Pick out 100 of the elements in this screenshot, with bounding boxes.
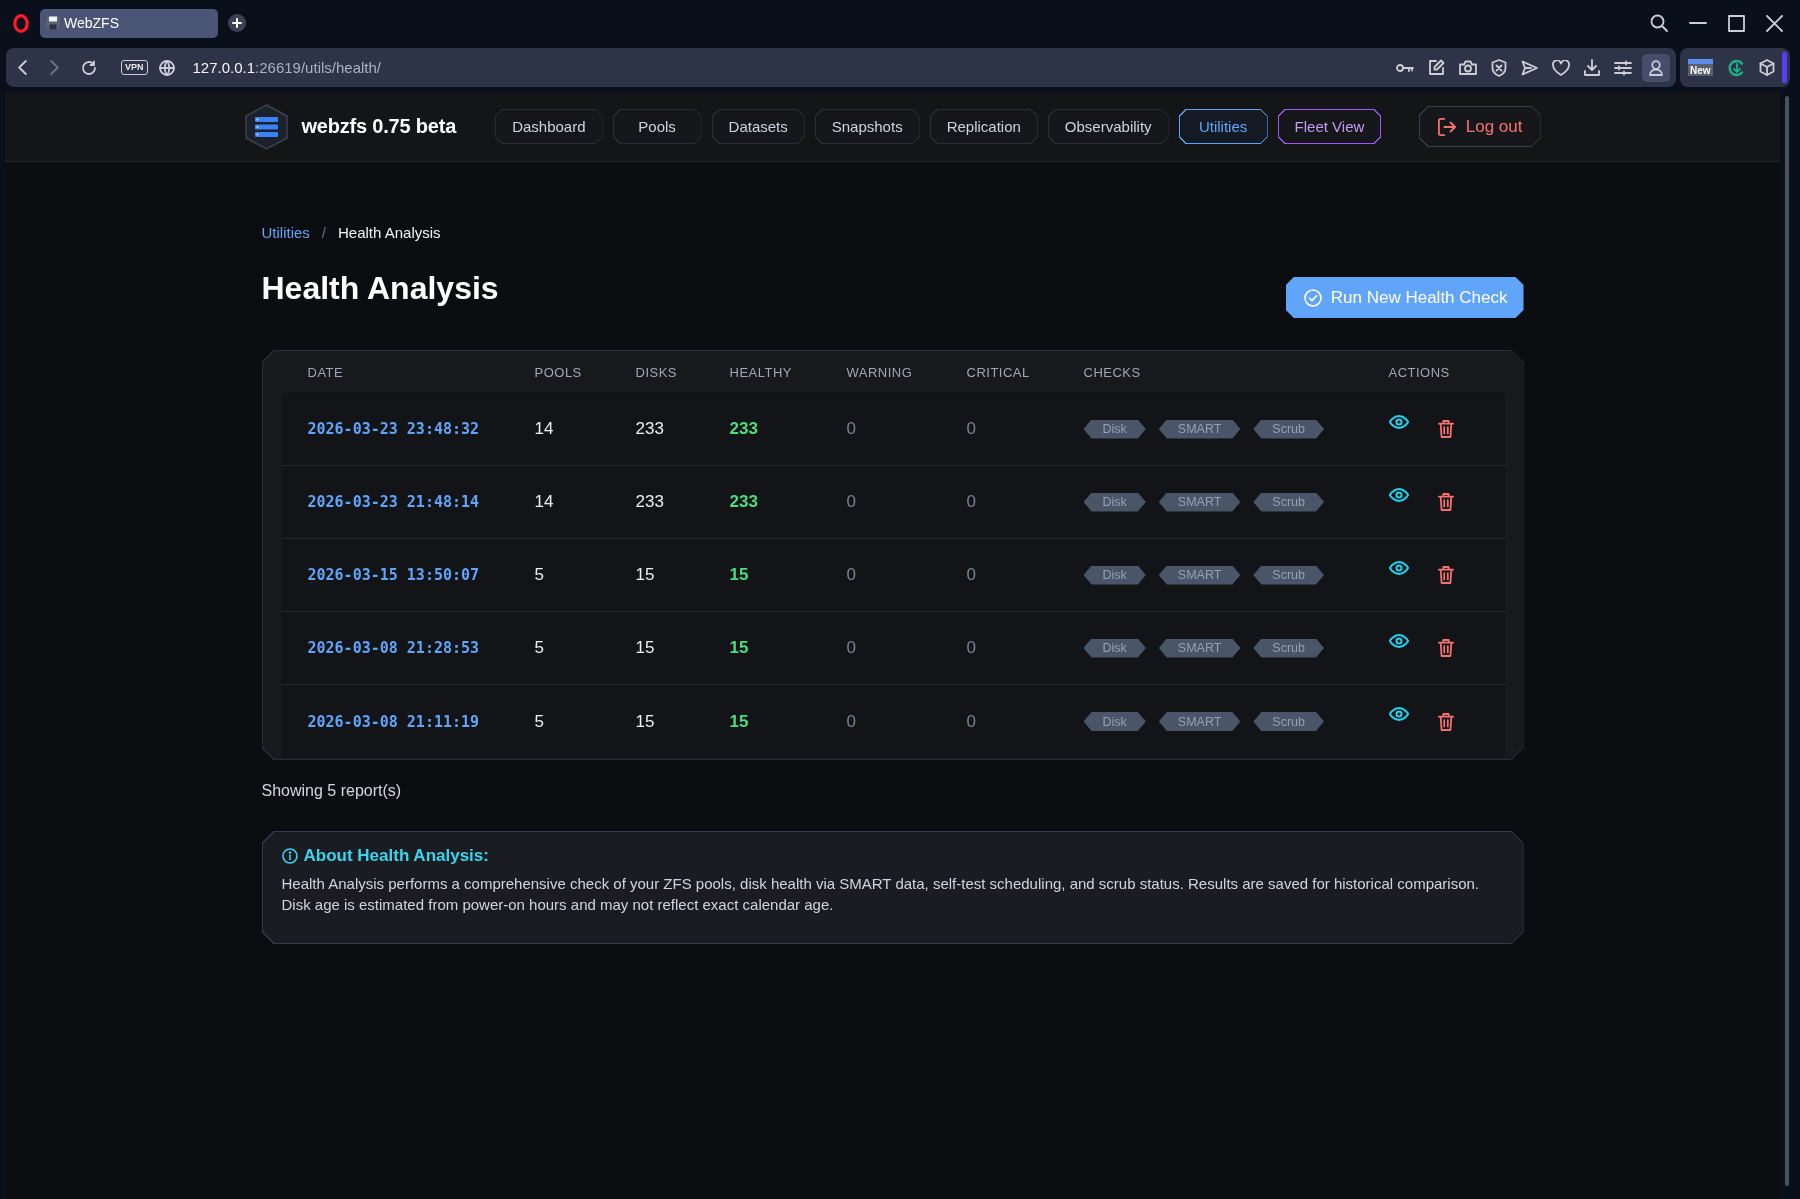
report-date-link[interactable]: 2026-03-08 21:11:19 <box>307 712 480 731</box>
globe-icon[interactable] <box>158 59 175 76</box>
column-header: POOLS <box>534 364 583 380</box>
trash-icon[interactable] <box>1437 493 1454 511</box>
pencil-box-icon[interactable] <box>1428 59 1445 76</box>
column-header: ACTIONS <box>1388 364 1451 380</box>
maximize-icon[interactable] <box>1728 14 1745 32</box>
shield-icon[interactable] <box>1491 58 1507 77</box>
eye-icon[interactable] <box>1388 633 1409 648</box>
page-title: Health Analysis <box>261 269 499 307</box>
trash-icon[interactable] <box>1437 712 1454 731</box>
table-cell: 5 <box>534 711 544 731</box>
column-header: CRITICAL <box>966 364 1031 380</box>
table-cell: 5 <box>534 565 544 584</box>
nav-tab[interactable]: Observability <box>1047 109 1169 144</box>
table-cell: 15 <box>635 711 655 731</box>
check-tag: SMART <box>1158 492 1241 512</box>
browser-tab[interactable]: WebZFS <box>40 8 218 38</box>
about-text: Health Analysis performs a comprehensive check of your ZFS pools, disk health via SMART data, self-test scheduling, and scrub status. Results are saved for historical comparison. Disk age is estimated from power-on hours and may not reflect exact calendar age. <box>281 874 1480 915</box>
plus-icon[interactable] <box>228 14 246 32</box>
nav-tab[interactable]: Utilities <box>1178 109 1268 144</box>
report-count-text: Showing 5 report(s) <box>261 781 403 800</box>
trash-icon[interactable] <box>1437 639 1454 657</box>
table-cell: 0 <box>846 492 856 511</box>
breadcrumb-current: Health Analysis <box>338 224 441 242</box>
nav-tab[interactable]: Datasets <box>711 109 805 144</box>
table-cell: 0 <box>846 565 856 584</box>
table-cell: 15 <box>729 638 749 657</box>
column-header: DISKS <box>635 364 678 380</box>
table-cell: 5 <box>534 638 544 657</box>
scrollbar-thumb[interactable] <box>1785 96 1789 1186</box>
table-cell: 14 <box>534 492 554 511</box>
new-extension-button[interactable]: New <box>1688 59 1713 76</box>
check-tag: Scrub <box>1253 565 1324 585</box>
url-field[interactable]: 127.0.0.1:26619/utils/health/ <box>192 59 381 76</box>
check-tag: Scrub <box>1253 492 1324 512</box>
table-cell: 0 <box>846 638 856 657</box>
cube-icon[interactable] <box>1758 59 1775 76</box>
report-date-link[interactable]: 2026-03-08 21:28:53 <box>307 639 480 657</box>
c-arrow-icon[interactable] <box>1726 58 1745 77</box>
check-tag: SMART <box>1158 565 1241 585</box>
check-tag: SMART <box>1158 419 1241 439</box>
check-tag: Disk <box>1083 419 1146 439</box>
table-cell: 233 <box>635 492 664 511</box>
sliders-icon[interactable] <box>1614 59 1632 76</box>
exit-arrow-icon <box>1437 117 1456 136</box>
table-cell: 15 <box>729 565 749 584</box>
back-icon[interactable] <box>18 60 27 75</box>
eye-icon[interactable] <box>1388 414 1409 429</box>
table-cell: 0 <box>966 492 976 511</box>
eye-icon[interactable] <box>1388 487 1409 502</box>
logout-button[interactable]: Log out <box>1418 106 1541 147</box>
table-cell: 233 <box>729 419 758 438</box>
download-icon[interactable] <box>1584 59 1600 76</box>
vpn-button[interactable]: VPN <box>121 60 148 75</box>
nav-tab[interactable]: Dashboard <box>495 109 603 144</box>
table-cell: 14 <box>534 419 554 438</box>
report-date-link[interactable]: 2026-03-15 13:50:07 <box>307 566 480 584</box>
table-cell: 233 <box>635 419 664 438</box>
table-cell: 0 <box>846 419 856 438</box>
table-cell: 233 <box>729 492 758 511</box>
search-icon[interactable] <box>1650 14 1668 32</box>
table-cell: 0 <box>966 711 976 731</box>
column-header: DATE <box>307 364 345 380</box>
about-title: About Health Analysis: <box>303 846 489 866</box>
check-circle-icon <box>1303 288 1322 307</box>
ring-logo-icon[interactable] <box>13 13 29 33</box>
report-date-link[interactable]: 2026-03-23 21:48:14 <box>307 493 480 511</box>
eye-icon[interactable] <box>1388 560 1409 575</box>
nav-tab[interactable]: Snapshots <box>814 109 920 144</box>
report-date-link[interactable]: 2026-03-23 23:48:32 <box>307 420 480 438</box>
nav-tab[interactable]: Fleet View <box>1277 109 1382 144</box>
breadcrumb-separator: / <box>321 224 326 242</box>
check-tag: Scrub <box>1253 638 1324 658</box>
key-icon[interactable] <box>1396 62 1414 73</box>
forward-icon[interactable] <box>50 60 59 75</box>
hexagon-logo-icon[interactable] <box>244 103 288 150</box>
nav-tab[interactable]: Pools <box>612 109 702 144</box>
send-icon[interactable] <box>1521 59 1538 76</box>
nav-tab[interactable]: Replication <box>929 109 1038 144</box>
eye-icon[interactable] <box>1388 707 1409 721</box>
heart-icon[interactable] <box>1552 59 1570 76</box>
check-tag: SMART <box>1158 638 1241 658</box>
camera-icon[interactable] <box>1459 60 1477 75</box>
close-icon[interactable] <box>1766 14 1783 32</box>
table-cell: 0 <box>846 711 856 731</box>
breadcrumb-link[interactable]: Utilities <box>261 224 310 242</box>
brand-name: webzfs 0.75 beta <box>301 115 457 138</box>
trash-icon[interactable] <box>1437 420 1454 438</box>
check-tag: Scrub <box>1253 712 1324 731</box>
trash-icon[interactable] <box>1437 566 1454 584</box>
table-cell: 15 <box>635 638 655 657</box>
check-tag: Disk <box>1083 638 1146 658</box>
table-cell: 0 <box>966 419 976 438</box>
check-tag: Disk <box>1083 565 1146 585</box>
table-cell: 0 <box>966 565 976 584</box>
profile-icon[interactable] <box>1642 53 1670 82</box>
check-tag: SMART <box>1158 712 1241 731</box>
check-tag: Disk <box>1083 492 1146 512</box>
reload-icon[interactable] <box>81 59 97 76</box>
